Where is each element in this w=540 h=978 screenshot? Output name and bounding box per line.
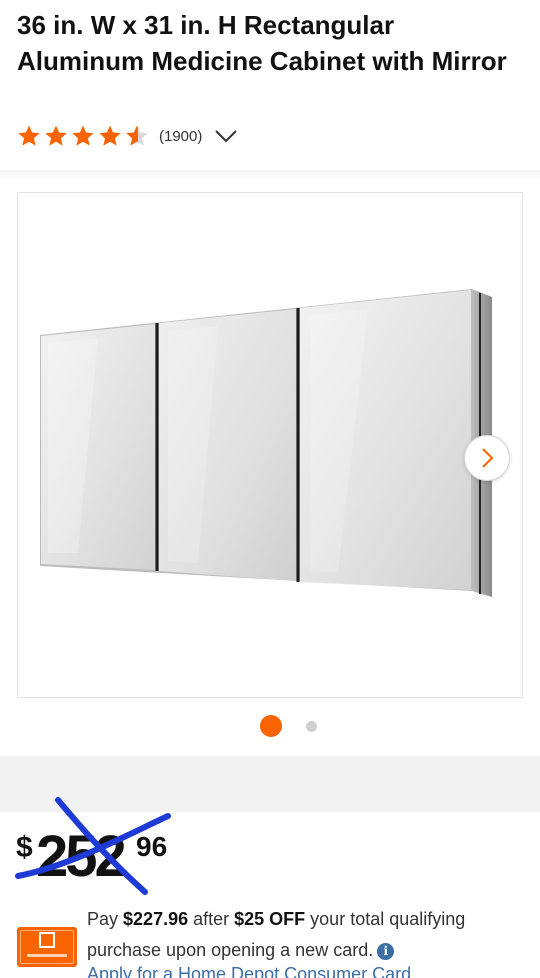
promo-pay-amount: $227.96 xyxy=(123,909,189,929)
medicine-cabinet-image[interactable] xyxy=(18,193,524,699)
product-image-gallery[interactable] xyxy=(17,192,523,698)
home-depot-logo-icon xyxy=(39,932,55,948)
info-icon[interactable]: i xyxy=(377,943,395,960)
star-rating xyxy=(17,124,152,148)
chevron-right-icon xyxy=(482,448,494,468)
promo-text: Pay $227.96 after $25 OFF your total qua… xyxy=(87,909,466,960)
apply-card-link[interactable]: Apply for a Home Depot Consumer Card xyxy=(87,964,411,978)
credit-card-promo: Pay $227.96 after $25 OFF your total qua… xyxy=(16,904,526,978)
star-full-icon xyxy=(18,125,40,146)
next-image-button[interactable] xyxy=(464,435,510,481)
pagination-dot[interactable] xyxy=(306,721,317,732)
star-full-icon xyxy=(72,125,94,146)
pagination-dot-active[interactable] xyxy=(260,715,282,737)
rating-summary[interactable]: (1900) xyxy=(17,122,238,150)
star-full-icon xyxy=(45,125,67,146)
gallery-pagination xyxy=(0,714,540,738)
chevron-down-icon[interactable] xyxy=(214,128,238,144)
promo-discount: $25 OFF xyxy=(234,909,306,929)
strikethrough-scribble xyxy=(15,797,171,895)
product-title: 36 in. W x 31 in. H Rectangular Aluminum… xyxy=(17,10,507,76)
credit-card-image xyxy=(17,927,77,967)
star-full-icon xyxy=(99,125,121,146)
section-divider xyxy=(0,170,540,180)
review-count[interactable]: (1900) xyxy=(159,128,202,145)
star-half-icon xyxy=(126,125,148,146)
